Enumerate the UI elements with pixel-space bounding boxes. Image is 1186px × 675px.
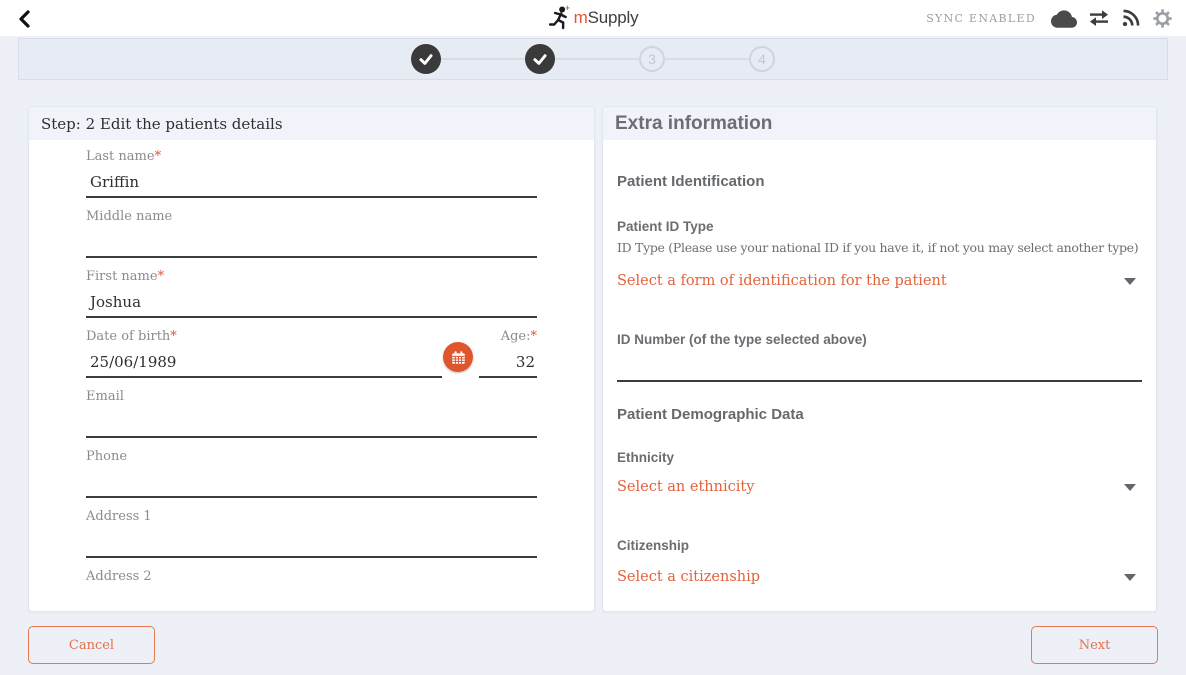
extra-information-body: Patient Identification Patient ID Type I… — [603, 172, 1156, 587]
middle-name-input[interactable] — [86, 225, 537, 258]
sync-arrows-icon — [1088, 8, 1110, 28]
citizenship-dropdown[interactable]: Select a citizenship — [617, 567, 1142, 587]
logo-m: m — [574, 8, 588, 27]
id-number-input[interactable] — [617, 349, 1142, 382]
field-last-name: Last name* Griffin — [86, 148, 537, 198]
patient-demographic-heading: Patient Demographic Data — [617, 405, 1142, 425]
main-content: Step: 2 Edit the patients details Last n… — [28, 106, 1158, 612]
field-first-name: First name* Joshua — [86, 268, 537, 318]
first-name-label: First name — [86, 269, 158, 284]
age-label: Age: — [501, 329, 531, 344]
top-bar: + mSupply SYNC ENABLED — [0, 0, 1186, 36]
age-input[interactable]: 32 — [479, 345, 537, 378]
first-name-input[interactable]: Joshua — [86, 285, 537, 318]
patient-identification-heading: Patient Identification — [617, 172, 1142, 192]
citizenship-label: Citizenship — [617, 537, 1142, 555]
chevron-down-icon — [1124, 574, 1136, 581]
last-name-label: Last name — [86, 149, 155, 164]
step-1-complete[interactable] — [411, 44, 441, 74]
calendar-button[interactable] — [443, 342, 473, 372]
required-asterisk: * — [170, 329, 177, 344]
dob-label: Date of birth — [86, 329, 170, 344]
svg-text:+: + — [565, 4, 570, 13]
extra-information-panel: Extra information Patient Identification… — [602, 106, 1157, 612]
id-number-label: ID Number (of the type selected above) — [617, 331, 1142, 349]
cancel-button[interactable]: Cancel — [28, 626, 155, 664]
middle-name-label: Middle name — [86, 209, 172, 224]
field-address-2: Address 2 — [86, 568, 537, 612]
stepper-connector — [555, 58, 639, 60]
step-2-complete[interactable] — [525, 44, 555, 74]
footer-actions: Cancel Next — [28, 626, 1158, 664]
required-asterisk: * — [531, 329, 538, 344]
phone-label: Phone — [86, 449, 127, 464]
extra-information-title: Extra information — [615, 113, 772, 135]
ethnicity-placeholder: Select an ethnicity — [617, 479, 754, 495]
step-3[interactable]: 3 — [639, 46, 665, 72]
msupply-logo: + mSupply — [548, 4, 639, 32]
ethnicity-label: Ethnicity — [617, 449, 1142, 467]
dob-input[interactable]: 25/06/1989 — [86, 345, 442, 378]
check-icon — [532, 51, 548, 67]
chevron-down-icon — [1124, 278, 1136, 285]
field-phone: Phone — [86, 448, 537, 498]
email-label: Email — [86, 389, 124, 404]
id-type-placeholder: Select a form of identification for the … — [617, 273, 947, 289]
address2-input[interactable] — [86, 585, 537, 612]
citizenship-placeholder: Select a citizenship — [617, 569, 760, 585]
patient-id-type-label: Patient ID Type — [617, 218, 1142, 236]
extra-information-header: Extra information — [603, 107, 1156, 140]
email-input[interactable] — [86, 405, 537, 438]
back-button[interactable] — [12, 7, 36, 31]
step-3-number: 3 — [648, 51, 656, 67]
cloud-icon — [1051, 8, 1077, 28]
calendar-icon — [451, 350, 466, 365]
address1-label: Address 1 — [86, 509, 152, 524]
rss-icon — [1121, 8, 1141, 28]
required-asterisk: * — [155, 149, 162, 164]
progress-stepper: 3 4 — [18, 38, 1168, 80]
topbar-status-icons: SYNC ENABLED — [926, 0, 1173, 36]
patient-details-header: Step: 2 Edit the patients details — [29, 107, 594, 140]
patient-id-type-description: ID Type (Please use your national ID if … — [617, 238, 1142, 257]
required-asterisk: * — [158, 269, 165, 284]
field-date-of-birth-row: Date of birth* 25/06/1989 — [86, 328, 537, 378]
field-email: Email — [86, 388, 537, 438]
stepper-connector — [665, 58, 749, 60]
phone-input[interactable] — [86, 465, 537, 498]
patient-details-panel: Step: 2 Edit the patients details Last n… — [28, 106, 595, 612]
address1-input[interactable] — [86, 525, 537, 558]
check-icon — [418, 51, 434, 67]
gear-icon[interactable] — [1152, 8, 1173, 29]
patient-details-form: Last name* Griffin Middle name First nam… — [86, 148, 537, 612]
field-age: Age:* 32 — [479, 328, 537, 378]
runner-icon: + — [548, 4, 572, 32]
logo-supply: Supply — [588, 8, 639, 27]
ethnicity-dropdown[interactable]: Select an ethnicity — [617, 477, 1142, 497]
last-name-input[interactable]: Griffin — [86, 165, 537, 198]
sync-status: SYNC ENABLED — [926, 12, 1036, 25]
step-title: Step: 2 Edit the patients details — [41, 115, 283, 133]
chevron-down-icon — [1124, 484, 1136, 491]
address2-label: Address 2 — [86, 569, 152, 584]
step-4[interactable]: 4 — [749, 46, 775, 72]
back-chevron-icon — [16, 9, 32, 29]
field-middle-name: Middle name — [86, 208, 537, 258]
next-button[interactable]: Next — [1031, 626, 1158, 664]
field-address-1: Address 1 — [86, 508, 537, 558]
id-type-dropdown[interactable]: Select a form of identification for the … — [617, 271, 1142, 291]
field-date-of-birth: Date of birth* 25/06/1989 — [86, 328, 442, 378]
step-4-number: 4 — [758, 51, 766, 67]
stepper-connector — [441, 58, 525, 60]
